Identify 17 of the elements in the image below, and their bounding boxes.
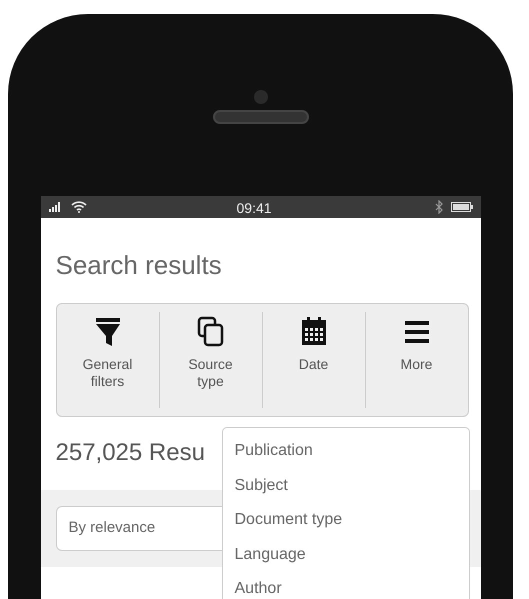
filter-button[interactable]: Source type — [158, 312, 262, 408]
filter-button[interactable]: Date — [262, 312, 364, 408]
copy-icon — [196, 316, 226, 348]
signal-icon — [48, 202, 62, 212]
camera-icon — [254, 90, 268, 104]
speaker-icon — [212, 110, 308, 124]
filter-button[interactable]: More — [364, 312, 468, 408]
results-count: 257,025 Resu — [56, 438, 205, 468]
status-time: 09:41 — [236, 199, 272, 218]
wifi-icon — [70, 201, 86, 213]
bluetooth-icon — [434, 200, 442, 214]
filter-button[interactable]: General filters — [56, 312, 158, 408]
page-title: Search results — [54, 249, 223, 282]
dropdown-item[interactable]: Author — [222, 572, 294, 599]
dropdown-item[interactable]: Subject — [222, 468, 300, 504]
battery-icon — [450, 202, 472, 212]
dropdown-item[interactable]: Publication — [222, 434, 325, 469]
